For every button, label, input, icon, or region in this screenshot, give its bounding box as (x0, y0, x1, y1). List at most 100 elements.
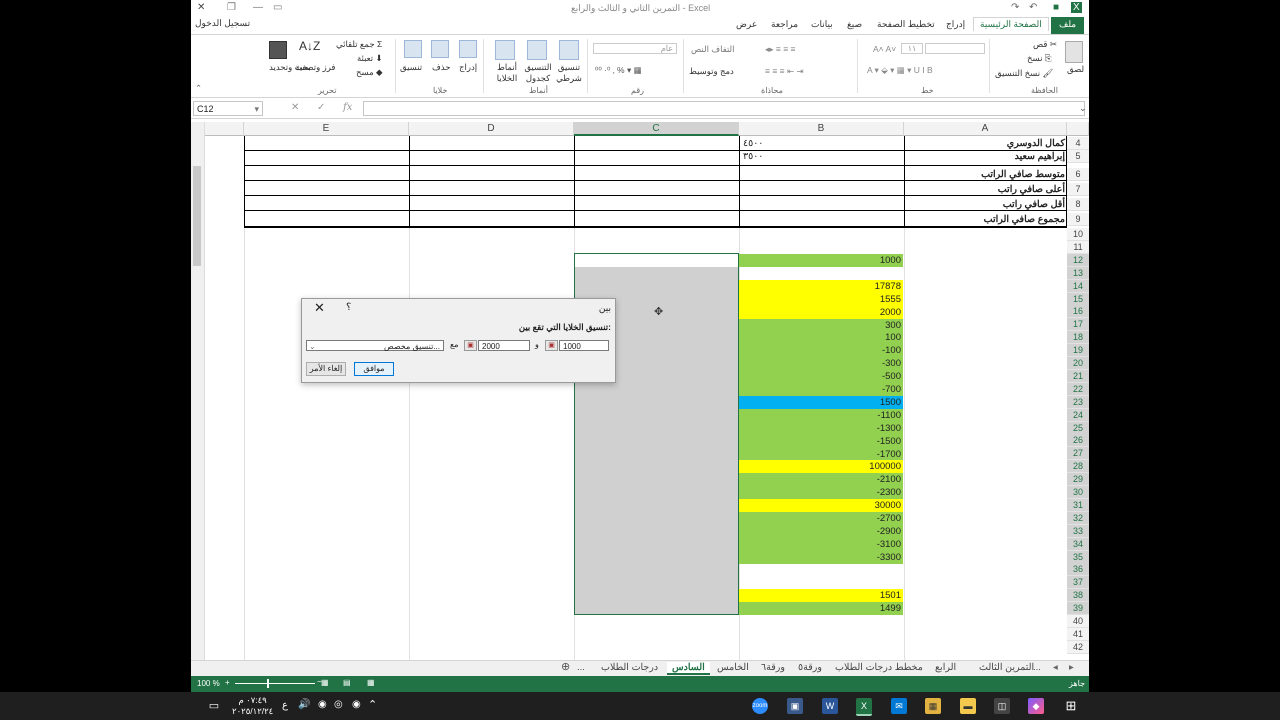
row-header-23[interactable]: 23 (1067, 395, 1089, 409)
font-size-select[interactable]: ١١ (901, 43, 923, 54)
b-cell-row-34[interactable]: -3100 (739, 537, 903, 551)
row-header-4[interactable]: 4 (1067, 137, 1089, 150)
tab-home[interactable]: الصفحة الرئيسية (973, 17, 1049, 31)
b-cell-row-26[interactable]: -1500 (739, 434, 903, 448)
vertical-scrollbar[interactable] (191, 122, 205, 662)
b-cell-row-16[interactable]: 2000 (739, 305, 903, 319)
b-cell-row-22[interactable]: -700 (739, 383, 903, 396)
row-header-41[interactable]: 41 (1067, 627, 1089, 641)
network-icon[interactable]: ◉ (318, 699, 327, 710)
location-icon[interactable]: ◉ (352, 699, 361, 710)
format-dropdown-icon[interactable]: ⌄ (309, 341, 316, 352)
number-format-select[interactable]: عام (593, 43, 677, 54)
table-value-cell[interactable]: ٤٥٠٠ (739, 137, 903, 150)
conditional-formatting-button[interactable]: تنسيق شرطي (555, 62, 583, 84)
name-box[interactable]: C12 ▾ (193, 101, 263, 116)
range-picker-from-icon[interactable]: ▣ (545, 340, 558, 351)
vertical-scroll-thumb[interactable] (193, 166, 201, 266)
b-cell-row-18[interactable]: 100 (739, 331, 903, 345)
row-header-22[interactable]: 22 (1067, 382, 1089, 396)
row-header-36[interactable]: 36 (1067, 563, 1089, 577)
number-format-icons[interactable]: ⁰⁰ ·⁰ ‚ % ▾ ▦ (595, 65, 642, 76)
enter-icon[interactable]: ✓ (317, 102, 325, 113)
row-header-12[interactable]: 12 (1067, 253, 1089, 267)
sheet-tabs-more-left[interactable]: ... (577, 662, 585, 673)
clock[interactable]: ٠٧:٤٩ م ٢٠٢٥/١٢/٢٤ (232, 695, 273, 717)
row-header-35[interactable]: 35 (1067, 550, 1089, 564)
sheet-tabs-more-right[interactable]: ... (1033, 662, 1041, 673)
mail-icon[interactable]: ✉ (891, 698, 907, 714)
page-break-view-icon[interactable]: ▦ (321, 678, 329, 687)
b-cell-row-12[interactable]: 1000 (739, 254, 903, 267)
store-icon[interactable]: ▦ (925, 698, 941, 714)
b-cell-row-17[interactable]: 300 (739, 318, 903, 332)
wrap-text-button[interactable]: التفاف النص (691, 44, 735, 55)
zoom-level[interactable]: 100 % (197, 679, 220, 688)
sheet-tab-fourth[interactable]: الرابع (935, 662, 956, 673)
row-header-18[interactable]: 18 (1067, 331, 1089, 345)
b-cell-row-14[interactable]: 17878 (739, 279, 903, 293)
b-cell-row-29[interactable]: -2100 (739, 473, 903, 487)
ribbon-display-icon[interactable]: ▭ (273, 2, 282, 13)
b-cell-row-28[interactable]: 100000 (739, 460, 903, 474)
row-header-20[interactable]: 20 (1067, 357, 1089, 370)
formula-input[interactable] (363, 101, 1085, 116)
format-button[interactable]: تنسيق (400, 62, 422, 73)
battery-icon[interactable]: ◎ (334, 699, 343, 710)
cancel-icon[interactable]: ✕ (291, 102, 299, 113)
b-cell-row-35[interactable]: -3300 (739, 550, 903, 564)
insert-button[interactable]: إدراج (459, 62, 477, 73)
column-header-b[interactable]: B (739, 122, 904, 136)
table-label-cell[interactable]: إبراهيم سعيد (904, 150, 1067, 163)
paste-button[interactable]: لصق (1067, 64, 1084, 75)
volume-icon[interactable]: 🔊 (298, 699, 310, 710)
table-value-cell[interactable]: ٣٥٠٠ (739, 150, 903, 163)
tray-overflow-icon[interactable]: ⌃ (368, 698, 377, 711)
cut-button[interactable]: قص ✂ (1033, 39, 1057, 50)
row-header-37[interactable]: 37 (1067, 576, 1089, 590)
format-select[interactable]: تنسيق مخصص... ⌄ (306, 340, 444, 351)
close-window-icon[interactable]: ✕ (197, 2, 205, 13)
tab-review[interactable]: مراجعة (771, 19, 798, 30)
app-icon[interactable]: ▣ (787, 698, 803, 714)
column-header-c[interactable]: C (574, 122, 739, 136)
b-cell-row-19[interactable]: -100 (739, 344, 903, 358)
sheet-tab-sheet5[interactable]: ورقة٥ (798, 662, 822, 673)
file-explorer-icon[interactable]: ▬ (960, 698, 976, 714)
tab-insert[interactable]: إدراج (946, 19, 965, 30)
b-cell-row-27[interactable]: -1700 (739, 447, 903, 461)
cancel-button[interactable]: إلغاء الأمر (306, 362, 346, 376)
to-value-input[interactable]: 2000 (478, 340, 530, 351)
tab-data[interactable]: بيانات (811, 19, 833, 30)
b-cell-row-15[interactable]: 1555 (739, 292, 903, 306)
row-header-17[interactable]: 17 (1067, 318, 1089, 332)
format-as-table-button[interactable]: التنسيق كجدول (523, 62, 553, 84)
table-label-cell[interactable]: مجموع صافي الراتب (904, 213, 1067, 226)
zoom-app-icon[interactable]: zoom (752, 698, 768, 714)
table-label-cell[interactable]: أقل صافي راتب (904, 198, 1067, 211)
expand-formula-icon[interactable]: ⌄ (1079, 103, 1087, 114)
row-header-24[interactable]: 24 (1067, 408, 1089, 422)
row-header-13[interactable]: 13 (1067, 266, 1089, 280)
tab-view[interactable]: عرض (736, 19, 757, 30)
new-sheet-icon[interactable]: ⊕ (561, 660, 570, 673)
dialog-help-icon[interactable]: ؟ (346, 302, 351, 313)
row-header-16[interactable]: 16 (1067, 305, 1089, 319)
tab-file[interactable]: ملف (1051, 17, 1085, 34)
sheet-tab-fifth[interactable]: الخامس (717, 662, 749, 673)
row-header-19[interactable]: 19 (1067, 344, 1089, 358)
ok-button[interactable]: موافق (354, 362, 394, 376)
sheet-tab-sheet6[interactable]: ورقة٦ (761, 662, 785, 673)
b-cell-row-32[interactable]: -2700 (739, 512, 903, 525)
dialog-close-icon[interactable]: ✕ (314, 300, 325, 316)
font-name-select[interactable] (925, 43, 985, 54)
row-header-6[interactable]: 6 (1067, 168, 1089, 181)
table-label-cell[interactable]: أعلى صافي راتب (904, 183, 1067, 196)
excel-taskbar-icon[interactable]: X (856, 698, 872, 716)
undo-icon[interactable]: ↶ (1029, 2, 1037, 13)
format-painter-button[interactable]: نسخ التنسيق 🖌 (995, 68, 1053, 79)
row-header-8[interactable]: 8 (1067, 198, 1089, 211)
row-header-40[interactable]: 40 (1067, 615, 1089, 628)
fill-button[interactable]: تعبئة ⬇ (357, 53, 383, 64)
cell-styles-button[interactable]: أنماط الخلايا (493, 62, 521, 84)
